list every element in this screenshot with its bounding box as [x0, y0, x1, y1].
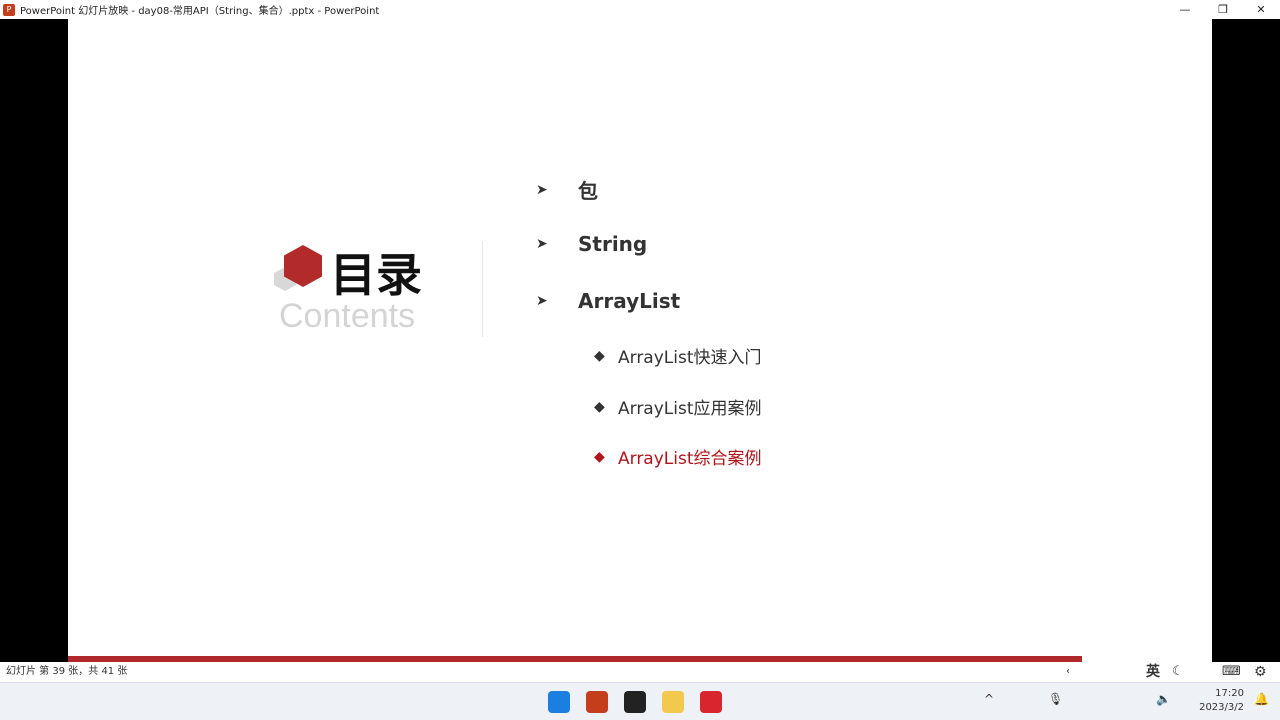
title-bar: P PowerPoint 幻灯片放映 - day08-常用API（String、…	[0, 0, 1280, 19]
item-label: ArrayList快速入门	[618, 348, 762, 368]
powerpoint-icon: P	[3, 3, 15, 16]
divider	[482, 241, 483, 337]
clock[interactable]: 17:20 2023/3/2	[1199, 687, 1244, 715]
intellij-icon[interactable]	[624, 691, 646, 713]
arrow-bullet-icon: ➤	[536, 181, 548, 198]
slide-counter: 幻灯片 第 39 张，共 41 张	[6, 666, 128, 677]
item-label: ArrayList	[578, 289, 681, 313]
notification-icon[interactable]: 🔔	[1254, 692, 1269, 706]
minimize-button[interactable]: —	[1166, 0, 1204, 19]
window-title: PowerPoint 幻灯片放映 - day08-常用API（String、集合…	[20, 6, 380, 17]
status-bar: 幻灯片 第 39 张，共 41 张 ‹ 英 ☾ ⌨ ⚙	[0, 662, 1280, 682]
item-label: 包	[578, 179, 598, 203]
microphone-icon[interactable]: 🎙	[1048, 692, 1063, 706]
keyboard-icon[interactable]: ⌨	[1222, 662, 1241, 682]
list-item: ◆ ArrayList快速入门	[594, 343, 762, 369]
volume-icon[interactable]: 🔈	[1156, 692, 1171, 706]
powerpoint-taskbar-icon[interactable]	[586, 691, 608, 713]
diamond-bullet-icon: ◆	[594, 398, 605, 415]
list-item: ➤ ArrayList	[536, 289, 680, 313]
slide[interactable]: 目录 Contents ➤ 包 ➤ String ➤ ArrayList ◆ Array…	[68, 19, 1212, 662]
list-item: ◆ ArrayList应用案例	[594, 394, 762, 420]
item-label: ArrayList综合案例	[618, 449, 762, 469]
restore-button[interactable]: ❐	[1204, 0, 1242, 19]
item-label: String	[578, 232, 648, 256]
slide-title: 目录	[330, 248, 422, 302]
list-item-active[interactable]: ◆ ArrayList综合案例	[594, 444, 762, 470]
moon-icon[interactable]: ☾	[1172, 662, 1184, 682]
arrow-bullet-icon: ➤	[536, 293, 548, 309]
ime-language[interactable]: 英	[1146, 662, 1160, 682]
notepad-icon[interactable]	[662, 691, 684, 713]
diamond-bullet-icon: ◆	[594, 347, 605, 364]
gear-icon[interactable]: ⚙	[1254, 662, 1267, 682]
list-item: ➤ 包	[536, 175, 598, 204]
app-icon[interactable]	[700, 691, 722, 713]
chevron-up-icon[interactable]: ^	[984, 692, 994, 706]
prev-icon[interactable]: ‹	[1066, 662, 1070, 682]
item-label: ArrayList应用案例	[618, 399, 762, 419]
close-button[interactable]: ✕	[1242, 0, 1280, 19]
list-item: ➤ String	[536, 232, 647, 256]
slide-subtitle: Contents	[279, 297, 416, 335]
windows-start-icon[interactable]	[548, 691, 570, 713]
taskbar: ^ 🎙 🔈 17:20 2023/3/2 🔔	[0, 682, 1280, 720]
diamond-bullet-icon: ◆	[594, 448, 605, 465]
arrow-bullet-icon: ➤	[536, 236, 548, 252]
